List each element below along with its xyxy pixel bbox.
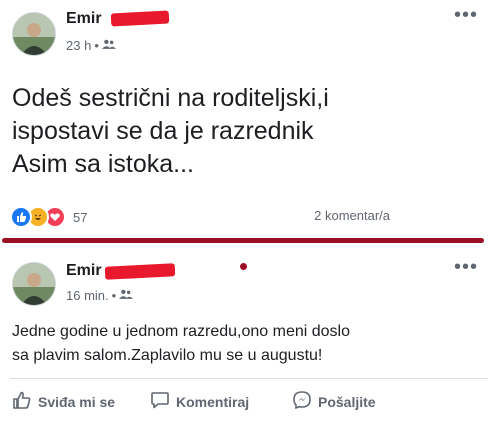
actions-divider <box>10 378 488 379</box>
post-text-line: sa plavim salom.Zaplavilo mu se u august… <box>12 347 323 364</box>
more-options-icon[interactable]: ••• <box>454 5 478 25</box>
author-name[interactable]: Emir <box>66 262 102 280</box>
post-text-line: Asim sa istoka... <box>12 150 194 178</box>
meta-separator: • <box>94 38 99 53</box>
messenger-icon <box>292 390 312 413</box>
post-reply: Emir 16 min. • ••• Jedne godine u jednom… <box>0 254 502 428</box>
friends-audience-icon[interactable] <box>101 38 116 53</box>
post-meta: 23 h • <box>66 38 116 53</box>
post-meta: 16 min. • <box>66 288 134 303</box>
comment-button-label: Komentiraj <box>176 393 250 410</box>
post-original: Emir 23 h • ••• Odeš sestrični na rodite… <box>0 0 502 232</box>
reaction-count: 57 <box>73 209 88 225</box>
author-avatar[interactable] <box>12 262 56 306</box>
thumbs-up-icon <box>12 390 32 413</box>
post-time[interactable]: 16 min. <box>66 288 109 303</box>
like-reaction-icon <box>10 206 32 228</box>
comment-bubble-icon <box>150 390 170 413</box>
friends-audience-icon[interactable] <box>119 288 134 303</box>
comment-button[interactable]: Komentiraj <box>150 390 249 413</box>
post-text-line: Odeš sestrični na roditeljski,i <box>12 84 329 112</box>
author-name[interactable]: Emir <box>66 10 102 28</box>
post-text: Odeš sestrični na roditeljski,i ispostav… <box>12 82 482 181</box>
like-button[interactable]: Sviđa mi se <box>12 390 115 413</box>
separator-line <box>2 238 484 243</box>
send-button-label: Pošaljite <box>318 393 376 410</box>
name-redaction <box>104 263 176 280</box>
name-redaction <box>110 10 170 27</box>
comment-count[interactable]: 2 komentar/a <box>314 208 390 223</box>
send-button[interactable]: Pošaljite <box>292 390 376 413</box>
meta-separator: • <box>111 288 117 303</box>
post-text: Jedne godine u jednom razredu,ono meni d… <box>12 320 482 368</box>
more-options-icon[interactable]: ••• <box>454 257 478 277</box>
post-text-line: Jedne godine u jednom razredu,ono meni d… <box>12 323 351 340</box>
reactions-summary[interactable]: 57 <box>10 206 87 228</box>
like-button-label: Sviđa mi se <box>38 393 116 410</box>
author-avatar[interactable] <box>12 12 56 56</box>
post-text-line: ispostavi se da je razrednik <box>12 117 314 145</box>
action-bar: Sviđa mi se Komentiraj Pošaljite <box>0 390 502 418</box>
post-time[interactable]: 23 h <box>66 38 91 53</box>
